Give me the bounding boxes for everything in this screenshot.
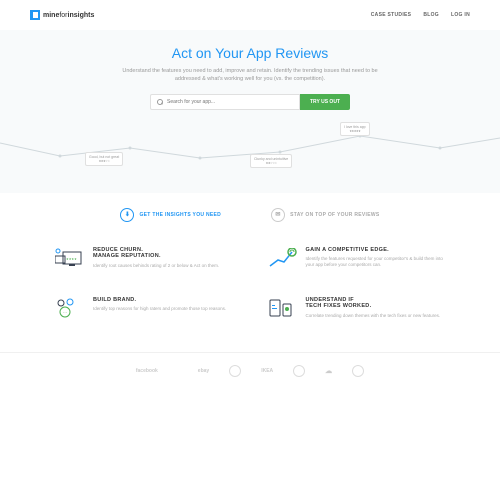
brand-logo-icon: ☁ bbox=[325, 367, 332, 375]
tab-insights[interactable]: ⬇ GET THE INSIGHTS YOU NEED bbox=[120, 208, 221, 222]
logo-mark-icon bbox=[30, 10, 40, 20]
envelope-icon: ✉ bbox=[271, 208, 285, 222]
hero-subtitle: Understand the features you need to add,… bbox=[120, 67, 380, 84]
search-box[interactable] bbox=[150, 94, 300, 110]
feature-tech-fixes: UNDERSTAND IFTECH FIXES WORKED. Correlate… bbox=[268, 297, 446, 322]
hero-section: Act on Your App Reviews Understand the f… bbox=[0, 30, 500, 193]
social-chat-icon: ⋯ bbox=[55, 297, 85, 322]
brand-logo-icon bbox=[293, 365, 305, 377]
site-header: mineforinsights CASE STUDIES BLOG LOG IN bbox=[0, 0, 500, 30]
tab-label: GET THE INSIGHTS YOU NEED bbox=[139, 212, 221, 218]
hero-title: Act on Your App Reviews bbox=[30, 45, 470, 61]
feature-tabs: ⬇ GET THE INSIGHTS YOU NEED ✉ STAY ON TO… bbox=[0, 193, 500, 237]
try-us-out-button[interactable]: TRY US OUT bbox=[300, 94, 350, 110]
review-bubble: I love this app★★★★★ bbox=[340, 122, 370, 136]
nav-blog[interactable]: BLOG bbox=[423, 12, 439, 18]
search-icon bbox=[157, 99, 163, 105]
review-bubble: Clunky and unintuitive★★☆☆☆ bbox=[250, 154, 292, 168]
feature-desc: Correlate trending down themes with the … bbox=[306, 313, 441, 319]
feature-desc: Identify the features requested for your… bbox=[306, 256, 446, 269]
logo-text-bold: mine bbox=[43, 12, 59, 19]
logo-text-light: for bbox=[59, 12, 67, 19]
feature-build-brand: ⋯ BUILD BRAND. Identify top reasons for h… bbox=[55, 297, 233, 322]
brand-facebook: facebook bbox=[136, 368, 158, 374]
brand-intel-icon bbox=[229, 365, 241, 377]
svg-text:⋯: ⋯ bbox=[63, 310, 67, 315]
download-icon: ⬇ bbox=[120, 208, 134, 222]
logo[interactable]: mineforinsights bbox=[30, 10, 94, 20]
feature-competitive-edge: GAIN A COMPETITIVE EDGE. Identify the fea… bbox=[268, 247, 446, 272]
search-row: TRY US OUT bbox=[30, 94, 470, 110]
brand-logos: facebook ebay IKEA ☁ bbox=[0, 352, 500, 389]
nav-case-studies[interactable]: CASE STUDIES bbox=[371, 12, 412, 18]
brand-ikea: IKEA bbox=[261, 368, 273, 374]
feature-desc: Identify top reasons for high raters and… bbox=[93, 306, 226, 312]
feature-desc: Identify root causes behinds rating of 2… bbox=[93, 263, 219, 269]
review-bubble: Good, but not great★★★☆☆ bbox=[85, 152, 123, 166]
feature-title: GAIN A COMPETITIVE EDGE. bbox=[306, 247, 446, 254]
review-graph: Good, but not great★★★☆☆ Clunky and unin… bbox=[0, 128, 500, 168]
feature-title: UNDERSTAND IFTECH FIXES WORKED. bbox=[306, 297, 441, 310]
feature-reduce-churn: ★★★★ REDUCE CHURN.MANAGE REPUTATION. Iden… bbox=[55, 247, 233, 272]
features-grid: ★★★★ REDUCE CHURN.MANAGE REPUTATION. Iden… bbox=[0, 237, 500, 342]
search-input[interactable] bbox=[167, 99, 293, 105]
tab-reviews[interactable]: ✉ STAY ON TOP OF YOUR REVIEWS bbox=[271, 208, 379, 222]
svg-text:★★★★: ★★★★ bbox=[66, 257, 77, 261]
devices-check-icon bbox=[268, 297, 298, 322]
brand-logo-icon bbox=[352, 365, 364, 377]
monitor-rating-icon: ★★★★ bbox=[55, 247, 85, 272]
feature-title: REDUCE CHURN.MANAGE REPUTATION. bbox=[93, 247, 219, 260]
logo-text-end: insights bbox=[68, 12, 95, 19]
nav-login[interactable]: LOG IN bbox=[451, 12, 470, 18]
brand-ebay: ebay bbox=[198, 368, 209, 374]
tab-label: STAY ON TOP OF YOUR REVIEWS bbox=[290, 212, 379, 218]
main-nav: CASE STUDIES BLOG LOG IN bbox=[371, 12, 470, 18]
growth-chart-icon bbox=[268, 247, 298, 272]
feature-title: BUILD BRAND. bbox=[93, 297, 226, 304]
